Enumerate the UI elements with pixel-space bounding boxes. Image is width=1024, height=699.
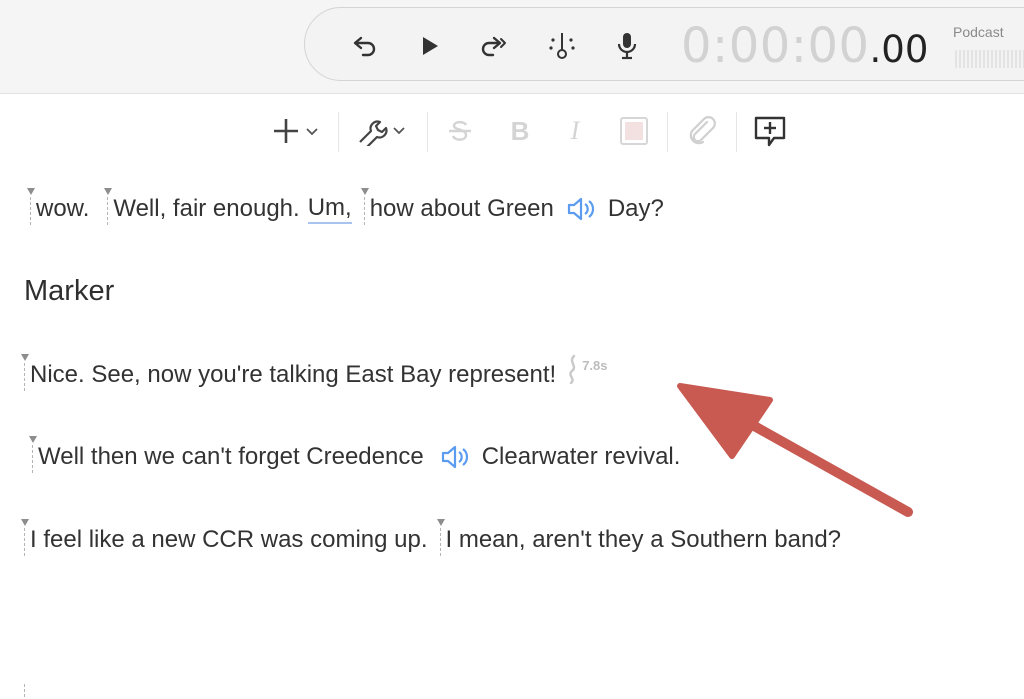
script-paragraph[interactable]: Nice. See, now you're talking East Bay r…	[20, 354, 608, 391]
toolbar-divider	[667, 112, 668, 152]
speaker-heading[interactable]: Marker	[24, 275, 114, 308]
skip-back-icon[interactable]	[349, 30, 381, 62]
pause-squiggle-icon	[569, 354, 576, 384]
insert-button[interactable]	[266, 108, 320, 154]
highlight-button[interactable]	[616, 108, 652, 154]
script-paragraph[interactable]: I feel like a new CCR was coming up. I m…	[21, 519, 851, 556]
strikethrough-button[interactable]	[444, 108, 476, 154]
word-segment[interactable]: Well then we can't forget Creedence	[29, 436, 424, 473]
toolbar-divider	[338, 112, 339, 152]
bold-button[interactable]: B	[502, 108, 538, 154]
track-label: Podcast	[953, 24, 1004, 40]
highlight-icon	[620, 117, 648, 145]
word-segment[interactable]: how about Green	[360, 188, 554, 225]
annotation-arrow	[677, 383, 913, 517]
word-segment[interactable]	[24, 682, 30, 699]
add-comment-icon	[754, 116, 786, 147]
script-paragraph-partial[interactable]	[24, 682, 40, 699]
word-segment[interactable]: wow.	[26, 188, 89, 225]
timecode: 0:00:00 .00	[681, 18, 928, 74]
add-comment-button[interactable]	[752, 108, 788, 154]
timecode-main: 0:00:00	[681, 18, 870, 74]
pause-gap[interactable]: 7.8s	[566, 354, 608, 384]
italic-button[interactable]: I	[558, 108, 592, 154]
toolbar-divider	[736, 112, 737, 152]
strikethrough-icon	[449, 120, 471, 141]
bold-icon: B	[510, 115, 530, 146]
word-segment[interactable]: Well, fair enough.	[104, 188, 300, 225]
word-segment[interactable]: I mean, aren't they a Southern band?	[436, 519, 841, 556]
transport-controls: 0:00:00 .00 Podcast	[304, 7, 1024, 81]
word-segment[interactable]: Day?	[608, 195, 664, 223]
word-segment[interactable]: Clearwater revival.	[482, 443, 681, 471]
tools-button[interactable]	[354, 108, 412, 154]
word-segment[interactable]: I feel like a new CCR was coming up.	[21, 519, 428, 556]
word-segment[interactable]: Nice. See, now you're talking East Bay r…	[20, 354, 556, 391]
play-icon[interactable]	[414, 30, 446, 62]
formatting-toolbar: B I	[262, 108, 792, 154]
timecode-fraction: .00	[869, 28, 929, 71]
sound-effect-icon[interactable]	[440, 444, 470, 470]
italic-icon: I	[570, 116, 580, 145]
sound-effect-icon[interactable]	[566, 196, 596, 222]
microphone-icon[interactable]	[611, 30, 643, 62]
wrench-icon	[359, 120, 405, 146]
top-bar: 0:00:00 .00 Podcast	[0, 0, 1024, 94]
script-paragraph[interactable]: Well then we can't forget Creedence Clea…	[29, 436, 681, 473]
link-icon	[689, 116, 716, 145]
skip-forward-icon[interactable]	[478, 30, 510, 62]
pause-duration: 7.8s	[582, 357, 608, 373]
toolbar-divider	[427, 112, 428, 152]
script-paragraph[interactable]: wow. Well, fair enough. Um, how about Gr…	[26, 188, 664, 225]
playhead-icon[interactable]	[546, 30, 578, 62]
plus-icon	[274, 119, 318, 143]
filler-word[interactable]: Um,	[307, 194, 352, 224]
link-button[interactable]	[682, 108, 722, 154]
track-level-meter	[955, 50, 1024, 68]
